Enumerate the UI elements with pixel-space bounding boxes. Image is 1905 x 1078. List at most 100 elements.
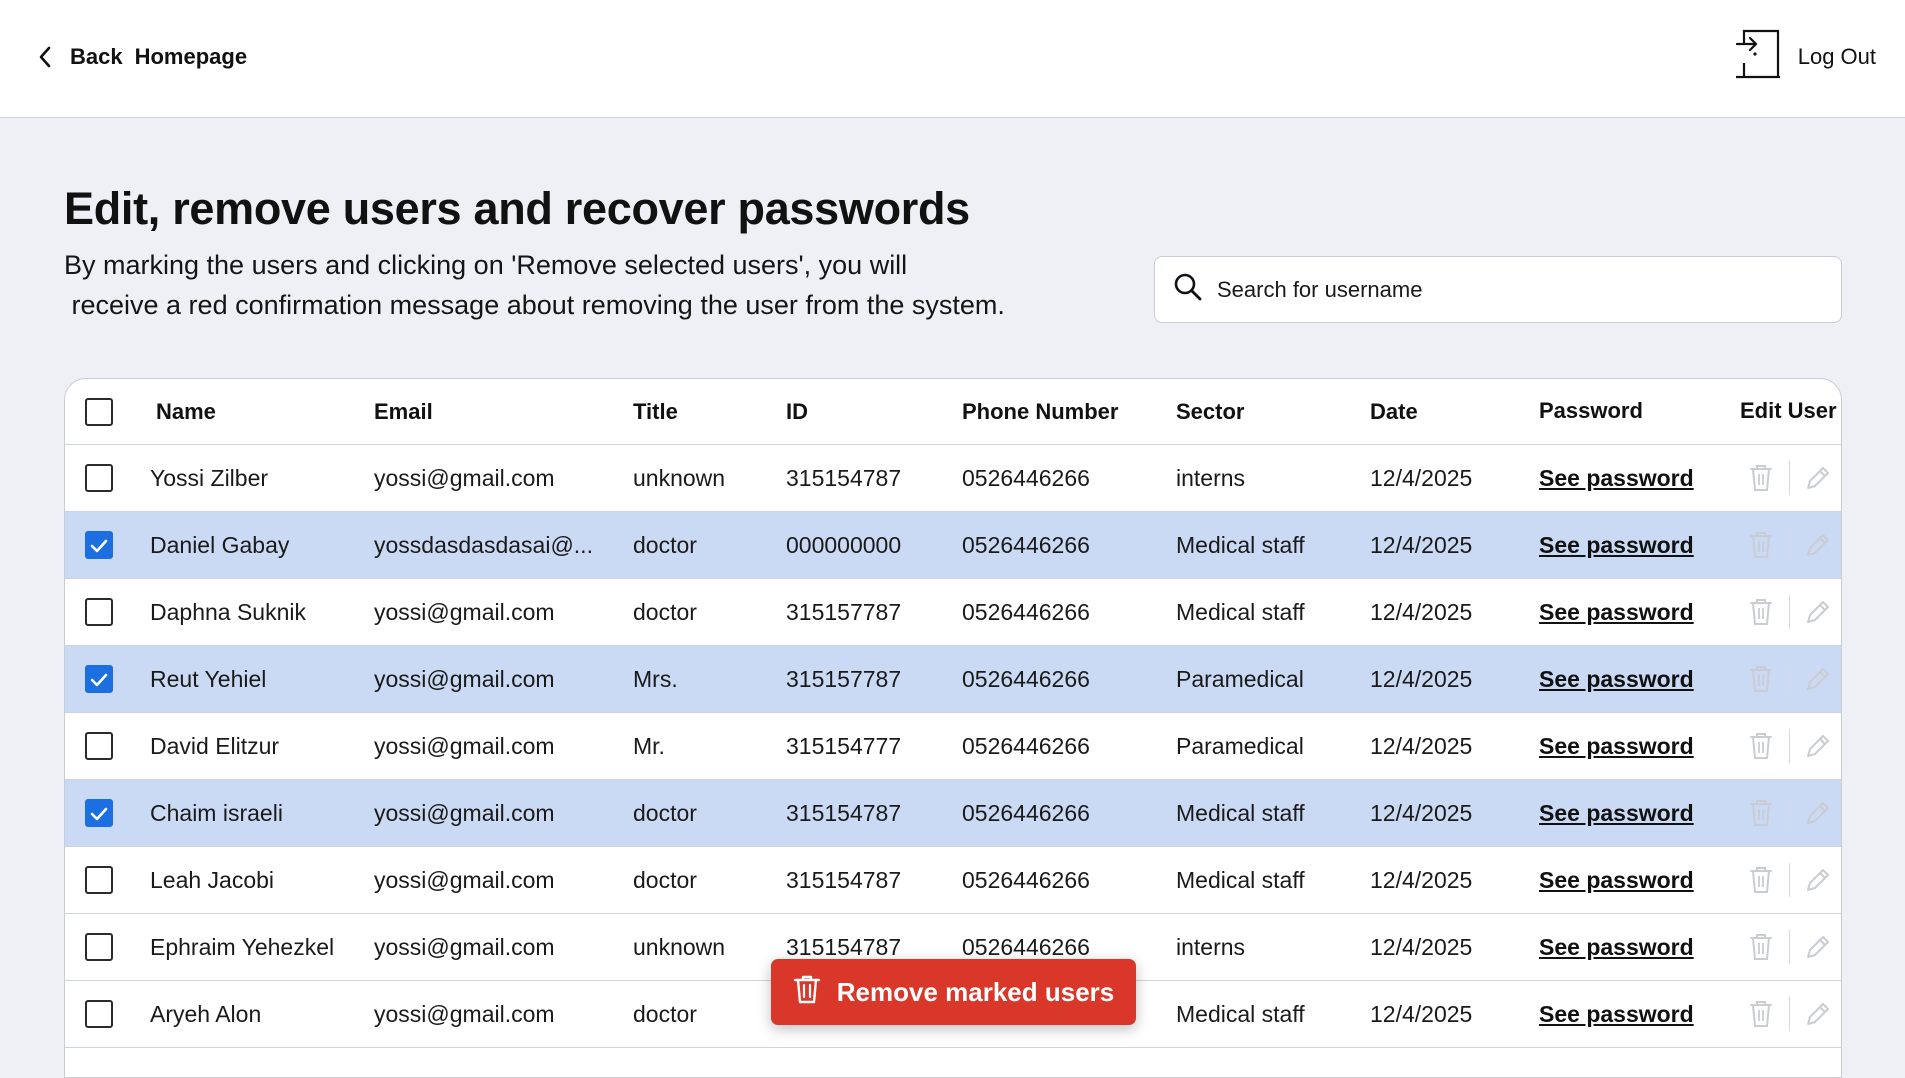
cell-sector: Medical staff [1176, 1000, 1305, 1027]
trash-icon[interactable] [1741, 592, 1781, 632]
cell-date: 12/4/2025 [1370, 866, 1473, 893]
remove-button-label: Remove marked users [836, 976, 1115, 1007]
cell-id: 315154787 [786, 464, 902, 491]
cell-sector: Paramedical [1176, 732, 1304, 759]
row-checkbox[interactable] [85, 866, 113, 894]
trash-icon[interactable] [1741, 793, 1781, 833]
pencil-icon[interactable] [1798, 994, 1838, 1034]
cell-email: yossi@gmail.com [374, 1000, 555, 1027]
cell-id: 315154787 [786, 933, 902, 960]
cell-title: doctor [633, 799, 697, 826]
cell-email: yossi@gmail.com [374, 866, 555, 893]
cell-email: yossi@gmail.com [374, 464, 555, 491]
select-all-checkbox[interactable] [85, 397, 113, 426]
pencil-icon[interactable] [1798, 927, 1838, 967]
row-checkbox[interactable] [85, 598, 113, 626]
cell-email: yossi@gmail.com [374, 799, 555, 826]
table-row: Reut Yehiel yossi@gmail.com Mrs. 315157787 0… [65, 646, 1841, 713]
cell-sector: interns [1176, 933, 1246, 960]
row-checkbox[interactable] [85, 1000, 113, 1028]
back-homepage-link[interactable]: Back Homepage [38, 42, 247, 72]
search-box[interactable] [1154, 256, 1842, 323]
pencil-icon[interactable] [1798, 793, 1838, 833]
see-password-link[interactable]: See password [1539, 800, 1694, 827]
check-icon [90, 532, 108, 559]
cell-sector: Medical staff [1176, 531, 1305, 558]
cell-title: doctor [633, 1000, 697, 1027]
check-icon [90, 666, 108, 693]
header-phone: Phone Number [962, 398, 1119, 424]
search-input[interactable] [1217, 276, 1817, 303]
cell-name: Chaim israeli [150, 799, 283, 826]
see-password-link[interactable]: See password [1539, 465, 1694, 492]
check-icon [90, 800, 108, 827]
cell-email: yossi@gmail.com [374, 665, 555, 692]
cell-title: doctor [633, 866, 697, 893]
cell-id: 000000000 [786, 531, 902, 558]
cell-date: 12/4/2025 [1370, 732, 1473, 759]
header-title: Title [633, 398, 678, 424]
cell-id: 315157787 [786, 665, 902, 692]
search-icon [1173, 272, 1203, 307]
table-header-row: Name Email Title ID Phone Number Sector … [65, 379, 1841, 445]
cell-date: 12/4/2025 [1370, 531, 1473, 558]
row-checkbox[interactable] [85, 665, 113, 693]
pencil-icon[interactable] [1798, 458, 1838, 498]
cell-title: doctor [633, 531, 697, 558]
cell-phone: 0526446266 [962, 799, 1090, 826]
pencil-icon[interactable] [1798, 659, 1838, 699]
logout-button[interactable]: Log Out [1734, 29, 1876, 82]
row-checkbox[interactable] [85, 933, 113, 961]
cell-email: yossi@gmail.com [374, 598, 555, 625]
header-date: Date [1370, 398, 1418, 424]
cell-id: 315154787 [786, 799, 902, 826]
homepage-label: Homepage [134, 44, 248, 69]
trash-icon[interactable] [1741, 458, 1781, 498]
pencil-icon[interactable] [1798, 592, 1838, 632]
cell-name: Reut Yehiel [150, 665, 267, 692]
cell-name: Ephraim Yehezkel [150, 933, 335, 960]
header-sector: Sector [1176, 398, 1245, 424]
see-password-link[interactable]: See password [1539, 599, 1694, 626]
cell-name: Leah Jacobi [150, 866, 275, 893]
cell-name: Aryeh Alon [150, 1000, 262, 1027]
pencil-icon[interactable] [1798, 726, 1838, 766]
trash-icon[interactable] [1741, 525, 1781, 565]
see-password-link[interactable]: See password [1539, 666, 1694, 693]
row-checkbox[interactable] [85, 531, 113, 559]
page-title: Edit, remove users and recover passwords [64, 183, 970, 234]
see-password-link[interactable]: See password [1539, 733, 1694, 760]
cell-sector: Medical staff [1176, 598, 1305, 625]
trash-icon [793, 974, 821, 1011]
top-bar: Back Homepage Log Out [0, 0, 1905, 118]
cell-id: 315157787 [786, 598, 902, 625]
row-checkbox[interactable] [85, 799, 113, 827]
cell-email: yossi@gmail.com [374, 732, 555, 759]
trash-icon[interactable] [1741, 860, 1781, 900]
trash-icon[interactable] [1741, 659, 1781, 699]
table-row: David Elitzur yossi@gmail.com Mr. 315154777… [65, 713, 1841, 780]
cell-date: 12/4/2025 [1370, 799, 1473, 826]
see-password-link[interactable]: See password [1539, 867, 1694, 894]
cell-name: David Elitzur [150, 732, 280, 759]
pencil-icon[interactable] [1798, 525, 1838, 565]
trash-icon[interactable] [1741, 994, 1781, 1034]
trash-icon[interactable] [1741, 726, 1781, 766]
cell-id: 315154787 [786, 866, 902, 893]
cell-name: Daniel Gabay [150, 531, 290, 558]
see-password-link[interactable]: See password [1539, 1001, 1694, 1028]
trash-icon[interactable] [1741, 927, 1781, 967]
see-password-link[interactable]: See password [1539, 934, 1694, 961]
cell-title: unknown [633, 464, 726, 491]
table-row: Leah Jacobi yossi@gmail.com doctor 31515478… [65, 847, 1841, 914]
row-checkbox[interactable] [85, 732, 113, 760]
header-name: Name [156, 398, 216, 424]
see-password-link[interactable]: See password [1539, 532, 1694, 559]
page-description-line-1: By marking the users and clicking on 'Re… [64, 250, 908, 280]
row-checkbox[interactable] [85, 464, 113, 492]
cell-date: 12/4/2025 [1370, 598, 1473, 625]
pencil-icon[interactable] [1798, 860, 1838, 900]
remove-marked-users-button[interactable]: Remove marked users [771, 959, 1136, 1025]
cell-date: 12/4/2025 [1370, 665, 1473, 692]
table-row: Chaim israeli yossi@gmail.com doctor 315154… [65, 780, 1841, 847]
